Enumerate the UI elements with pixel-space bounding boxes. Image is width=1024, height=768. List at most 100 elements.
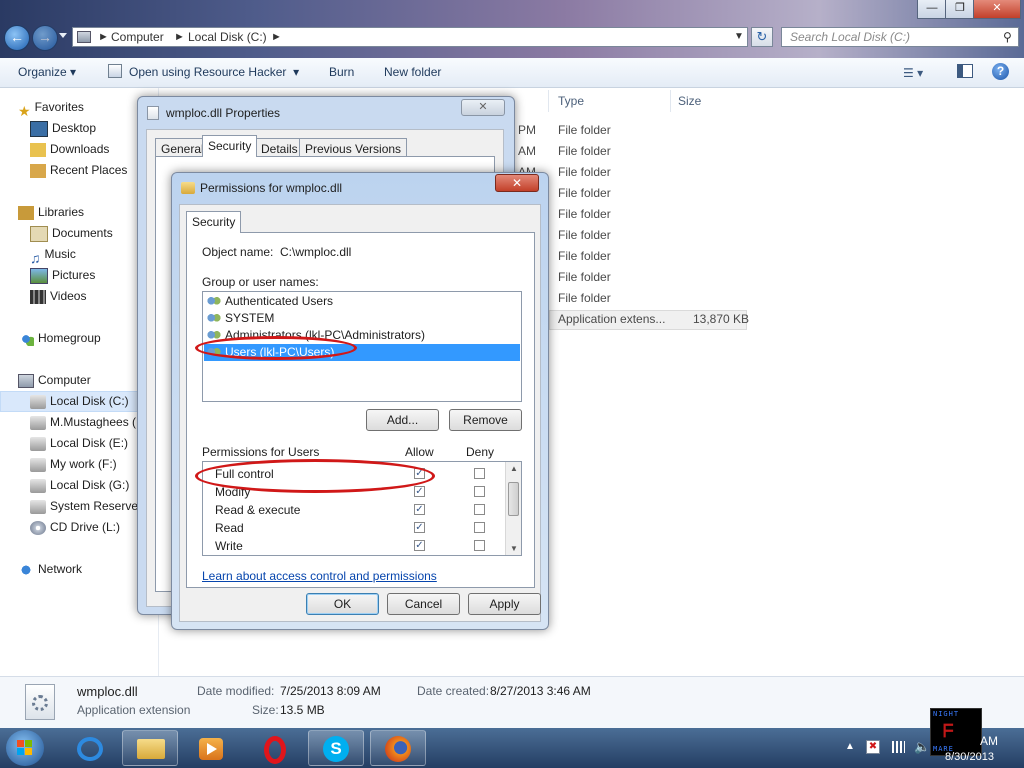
- permissions-close-button[interactable]: ✕: [495, 174, 539, 192]
- object-name-value: C:\wmploc.dll: [280, 245, 352, 259]
- cancel-button[interactable]: Cancel: [387, 593, 460, 615]
- open-with-button[interactable]: Open using Resource Hacker ▾: [129, 65, 299, 79]
- file-time-cell: AM: [518, 144, 536, 158]
- action-center-flag-icon[interactable]: ✖: [866, 740, 880, 754]
- allow-checkbox[interactable]: ✓: [414, 522, 425, 533]
- close-button[interactable]: ✕: [973, 0, 1021, 19]
- breadcrumb-separator-icon: ►: [98, 31, 109, 43]
- desktop-icon: [30, 120, 48, 137]
- search-icon[interactable]: ⚲: [1003, 30, 1012, 44]
- maximize-button[interactable]: ❐: [945, 0, 975, 19]
- security-tab-panel: Object name: C:\wmploc.dll Group or user…: [186, 232, 535, 588]
- add-button[interactable]: Add...: [366, 409, 439, 431]
- tab-security[interactable]: Security: [202, 135, 258, 157]
- pictures-icon: [30, 267, 48, 284]
- forward-arrow-icon[interactable]: →: [32, 25, 58, 51]
- opera-icon: [264, 736, 286, 764]
- scroll-down-icon[interactable]: ▼: [510, 544, 518, 553]
- network-icon: [18, 562, 34, 577]
- taskbar-internet-explorer[interactable]: [62, 730, 118, 766]
- allow-checkbox[interactable]: ✓: [414, 504, 425, 515]
- deny-checkbox[interactable]: [474, 522, 485, 533]
- remove-button[interactable]: Remove: [449, 409, 522, 431]
- ok-button[interactable]: OK: [306, 593, 379, 615]
- burn-button[interactable]: Burn: [329, 65, 354, 79]
- address-bar[interactable]: ► Computer ► Local Disk (C:) ► ▼: [72, 27, 748, 47]
- taskbar-explorer[interactable]: [122, 730, 178, 766]
- folder-icon: [137, 739, 165, 759]
- column-divider: [548, 90, 549, 112]
- file-time-cell: PM: [518, 123, 536, 137]
- permissions-title: Permissions for wmploc.dll: [200, 181, 343, 195]
- start-button[interactable]: [6, 730, 44, 766]
- details-filename: wmploc.dll: [77, 684, 138, 699]
- back-arrow-icon[interactable]: ←: [4, 25, 30, 51]
- show-hidden-icons-chevron-icon[interactable]: ▲: [845, 741, 855, 752]
- details-filetype: Application extension: [77, 703, 191, 717]
- file-type-cell: Application extens...: [558, 312, 666, 326]
- libraries-icon: [18, 205, 34, 220]
- size-column-header[interactable]: Size: [678, 94, 701, 108]
- deny-checkbox[interactable]: [474, 504, 485, 515]
- modified-label: Date modified:: [197, 684, 275, 698]
- access-control-help-link[interactable]: Learn about access control and permissio…: [202, 569, 437, 583]
- recent-pages-chevron-icon[interactable]: [59, 33, 67, 38]
- dll-file-icon: [25, 684, 55, 720]
- deny-checkbox[interactable]: [474, 468, 485, 479]
- windows-logo-icon: [17, 740, 24, 747]
- user-list-item[interactable]: Authenticated Users: [207, 293, 333, 310]
- user-list-item[interactable]: SYSTEM: [207, 310, 274, 327]
- computer-icon: [77, 31, 91, 43]
- tab-previous-versions[interactable]: Previous Versions: [299, 138, 408, 157]
- minimize-button[interactable]: —: [917, 0, 947, 19]
- cd-drive-icon: [30, 520, 46, 535]
- object-name-label: Object name:: [202, 245, 274, 259]
- scroll-up-icon[interactable]: ▲: [510, 464, 518, 473]
- volume-icon[interactable]: 🔈: [914, 739, 930, 755]
- type-column-header[interactable]: Type: [558, 94, 584, 108]
- search-input[interactable]: Search Local Disk (C:) ⚲: [781, 27, 1019, 47]
- new-folder-button[interactable]: New folder: [384, 65, 441, 79]
- taskbar-media-player[interactable]: [182, 730, 238, 766]
- group-names-label: Group or user names:: [202, 275, 319, 289]
- scroll-thumb[interactable]: [508, 482, 519, 516]
- users-group-icon: [207, 312, 221, 325]
- allow-checkbox[interactable]: ✓: [414, 486, 425, 497]
- taskbar-firefox[interactable]: [370, 730, 426, 766]
- organize-button[interactable]: Organize ▾: [18, 65, 76, 79]
- allow-checkbox[interactable]: ✓: [414, 540, 425, 551]
- clock-time[interactable]: AM: [980, 734, 998, 748]
- tab-security[interactable]: Security: [186, 211, 242, 233]
- folder-icon: [181, 182, 195, 194]
- user-list[interactable]: Authenticated Users SYSTEM Administrator…: [195, 291, 522, 402]
- taskbar-opera[interactable]: [246, 730, 302, 766]
- windows-logo-icon: [17, 748, 24, 755]
- apply-button[interactable]: Apply: [468, 593, 541, 615]
- windows-logo-icon: [25, 740, 32, 747]
- taskbar-skype[interactable]: S: [308, 730, 364, 766]
- permissions-dialog: Permissions for wmploc.dll ✕ Security Ob…: [171, 172, 549, 630]
- computer-icon: [18, 373, 34, 388]
- help-icon[interactable]: ?: [992, 63, 1009, 80]
- deny-checkbox[interactable]: [474, 486, 485, 497]
- clock-date[interactable]: 8/30/2013: [945, 751, 994, 763]
- preview-pane-icon[interactable]: [957, 64, 973, 78]
- allow-column-header: Allow: [405, 445, 434, 459]
- address-dropdown-icon[interactable]: ▼: [734, 31, 744, 42]
- deny-checkbox[interactable]: [474, 540, 485, 551]
- firefox-icon: [385, 736, 411, 762]
- dll-file-icon: [147, 106, 159, 120]
- permissions-scrollbar[interactable]: ▲ ▼: [505, 462, 521, 555]
- refresh-icon[interactable]: ↻: [751, 27, 773, 47]
- tab-details[interactable]: Details: [255, 138, 304, 157]
- file-size-cell: 13,870 KB: [693, 312, 750, 326]
- homegroup-icon: [18, 331, 34, 346]
- logo-text-top: NIGHT: [933, 710, 960, 718]
- breadcrumb-computer[interactable]: Computer: [111, 30, 164, 44]
- properties-close-button[interactable]: ✕: [461, 99, 505, 116]
- network-status-icon[interactable]: [892, 741, 905, 753]
- modified-value: 7/25/2013 8:09 AM: [280, 684, 381, 698]
- views-icon[interactable]: ☰ ▾: [903, 66, 923, 80]
- created-label: Date created:: [417, 684, 490, 698]
- breadcrumb-local-disk[interactable]: Local Disk (C:): [188, 30, 267, 44]
